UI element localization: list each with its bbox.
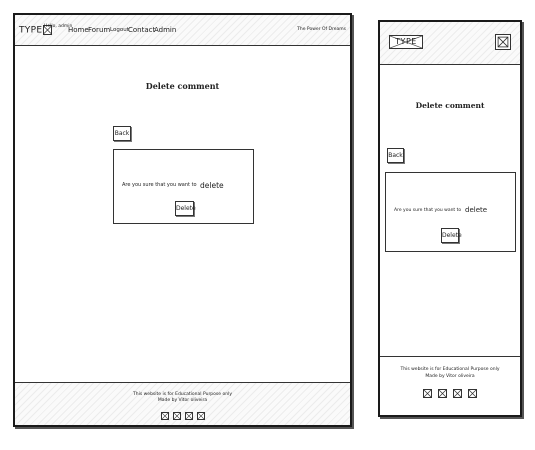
mobile-social-icon-1[interactable] [423,389,432,398]
nav-logout[interactable]: Logout [110,27,129,33]
mobile-confirm-dialog: Are you sure that you want to delete Del… [385,172,516,252]
hamburger-menu-icon[interactable] [495,34,511,50]
footer-disclaimer: This website is for Educational Purpose … [133,392,232,397]
mobile-confirm-word: delete [465,206,488,214]
social-icon-2[interactable] [172,411,181,420]
mobile-wireframe: TYPE Delete comment Back Are you sure th… [378,20,522,417]
mobile-footer: This website is for Educational Purpose … [380,356,520,415]
mobile-confirm-message: Are you sure that you want to [394,208,462,213]
site-tagline: The Power Of Dreams [297,27,346,32]
confirm-message: Are you sure that you want to [122,182,197,188]
mobile-delete-button[interactable]: Delete [441,228,462,243]
mobile-footer-disclaimer: This website is for Educational Purpose … [400,367,500,372]
back-button[interactable]: Back [113,126,131,141]
mobile-logo-text: TYPE [395,37,417,46]
mobile-footer-author: Made by Vitor oliveira [425,374,475,379]
page-title: Delete comment [145,81,220,91]
delete-button[interactable]: Delete [175,201,196,216]
nav-admin[interactable]: Admin [154,26,176,34]
desktop-wireframe: TYPE Hello, admin Home Forum Logout Cont… [13,13,352,427]
mobile-page-title: Delete comment [415,101,485,110]
mobile-social-icon-2[interactable] [438,389,447,398]
site-header: TYPE Hello, admin Home Forum Logout Cont… [15,15,350,46]
mobile-logo[interactable]: TYPE [389,35,423,49]
logo-text: TYPE [19,25,43,36]
nav-contact[interactable]: Contact [128,26,155,34]
confirm-word: delete [200,181,224,190]
mobile-back-button[interactable]: Back [387,148,404,163]
nav-forum[interactable]: Forum [88,26,110,34]
site-footer: This website is for Educational Purpose … [15,382,350,425]
nav-home[interactable]: Home [68,26,89,34]
social-icon-1[interactable] [160,411,169,420]
mobile-social-icon-3[interactable] [453,389,462,398]
social-icons [15,405,350,424]
mobile-social-icon-4[interactable] [468,389,477,398]
mobile-header: TYPE [380,22,520,65]
mobile-social-icons [380,383,520,402]
footer-author: Made by Vitor oliveira [157,398,208,403]
social-icon-4[interactable] [196,411,205,420]
social-icon-3[interactable] [184,411,193,420]
confirm-dialog: Are you sure that you want to delete Del… [113,149,254,224]
